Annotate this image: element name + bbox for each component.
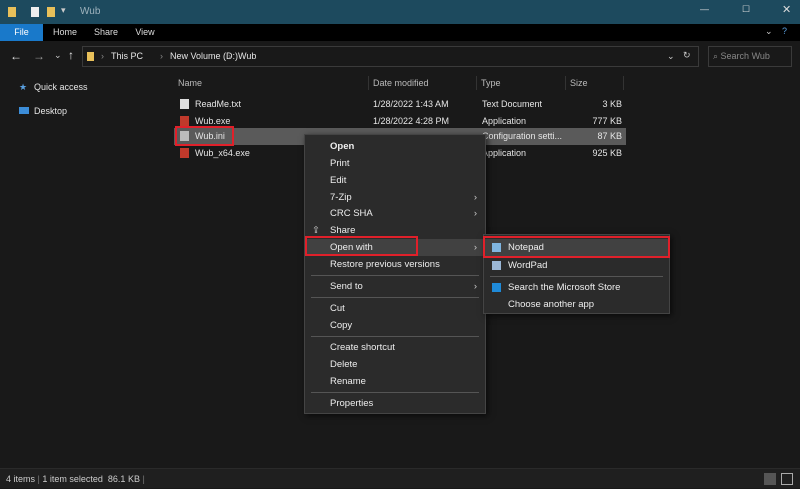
menu-item-properties[interactable]: Properties (305, 395, 485, 412)
breadcrumb-wub[interactable]: Wub (238, 51, 256, 61)
chevron-right-icon: › (160, 51, 163, 61)
menu-item-rename[interactable]: Rename (305, 373, 485, 390)
star-icon: ★ (19, 77, 27, 97)
breadcrumb-this-pc[interactable]: This PC (111, 51, 143, 61)
chevron-right-icon: › (474, 239, 477, 256)
submenu-item-choose-another-app[interactable]: Choose another app (484, 296, 669, 313)
file-size: 3 KB (602, 96, 622, 113)
file-type: Application (482, 145, 526, 162)
item-count: 4 items (6, 474, 35, 484)
properties-icon[interactable] (31, 7, 39, 17)
close-button[interactable]: ✕ (782, 3, 791, 16)
file-size: 925 KB (592, 145, 622, 162)
back-button[interactable]: ← (10, 49, 22, 63)
menu-item-delete[interactable]: Delete (305, 356, 485, 373)
menu-item-restore-previous-versions[interactable]: Restore previous versions (305, 256, 485, 273)
refresh-button[interactable]: ↻ (683, 50, 691, 61)
search-input[interactable]: ⌕ Search Wub (708, 46, 792, 67)
file-date: 1/28/2022 1:43 AM (373, 96, 449, 113)
menu-item-send-to[interactable]: Send to › (305, 278, 485, 295)
file-type: Configuration setti... (482, 128, 562, 145)
chevron-right-icon: › (474, 189, 477, 206)
folder-icon (87, 52, 94, 61)
menu-separator (311, 297, 479, 298)
highlight-box (305, 236, 418, 256)
sidebar-item-quick-access[interactable]: ★ Quick access (6, 77, 162, 97)
column-header-date[interactable]: Date modified (369, 76, 477, 90)
chevron-right-icon: › (228, 51, 231, 61)
recent-locations-icon[interactable]: ⌄ (54, 50, 62, 61)
menu-label: 7-Zip (330, 192, 352, 203)
column-header-size[interactable]: Size (566, 76, 624, 90)
status-bar: 4 items | 1 item selected 86.1 KB | (0, 468, 800, 488)
help-icon[interactable]: ? (782, 26, 787, 36)
menu-item-edit[interactable]: Edit (305, 172, 485, 189)
text-file-icon (180, 99, 189, 109)
menu-item-create-shortcut[interactable]: Create shortcut (305, 339, 485, 356)
submenu-item-search-store[interactable]: Search the Microsoft Store (484, 279, 669, 296)
highlight-box (175, 126, 234, 146)
sidebar-item-desktop[interactable]: Desktop (6, 101, 162, 121)
store-icon (492, 283, 501, 292)
menu-item-7zip[interactable]: 7-Zip › (305, 189, 485, 206)
up-button[interactable]: ↑ (68, 48, 74, 62)
address-dropdown-icon[interactable]: ⌄ (667, 51, 675, 62)
menu-label: WordPad (508, 260, 547, 271)
column-header-type[interactable]: Type (477, 76, 566, 90)
highlight-box (483, 236, 670, 258)
tab-view[interactable]: View (127, 24, 163, 41)
selected-count: 1 item selected (42, 474, 103, 484)
file-name: ReadMe.txt (195, 96, 241, 113)
details-view-button[interactable] (764, 473, 776, 485)
desktop-icon (19, 107, 29, 114)
file-row-readme[interactable]: ReadMe.txt 1/28/2022 1:43 AM Text Docume… (174, 96, 626, 113)
menu-item-crc-sha[interactable]: CRC SHA › (305, 205, 485, 222)
sidebar-item-label: Desktop (34, 106, 67, 116)
file-type: Text Document (482, 96, 542, 113)
application-icon (180, 148, 189, 158)
large-icons-view-button[interactable] (781, 473, 793, 485)
forward-button[interactable]: → (33, 49, 45, 63)
submenu-item-wordpad[interactable]: WordPad (484, 257, 669, 274)
menu-separator (490, 276, 663, 277)
menu-item-cut[interactable]: Cut (305, 300, 485, 317)
column-header-name[interactable]: Name (174, 76, 369, 90)
menu-item-open[interactable]: Open (305, 138, 485, 155)
menu-separator (311, 275, 479, 276)
chevron-right-icon: › (101, 51, 104, 61)
address-bar[interactable]: › This PC › New Volume (D:) › Wub ⌄ ↻ (82, 46, 699, 67)
menu-item-print[interactable]: Print (305, 155, 485, 172)
minimize-button[interactable]: — (700, 4, 709, 14)
navigation-pane: ★ Quick access Desktop (0, 72, 168, 468)
menu-label: CRC SHA (330, 208, 373, 219)
wordpad-icon (492, 261, 501, 270)
menu-label: Send to (330, 281, 363, 292)
selected-size: 86.1 KB (108, 474, 140, 484)
window-title: Wub (80, 6, 100, 17)
menu-separator (311, 392, 479, 393)
title-bar: ▾ Wub — ☐ ✕ (0, 0, 800, 24)
expand-ribbon-icon[interactable]: ⌄ (765, 26, 773, 37)
sidebar-item-label: Quick access (34, 82, 88, 92)
new-folder-icon[interactable] (47, 7, 55, 17)
ribbon: File Home Share View ⌄ ? (0, 24, 800, 41)
context-menu: Open Print Edit 7-Zip› CRC SHA› ⇪Share O… (304, 134, 486, 414)
quick-access-dropdown-icon[interactable]: ▾ (61, 5, 66, 16)
menu-label: Search the Microsoft Store (508, 282, 620, 293)
chevron-right-icon: › (474, 205, 477, 222)
menu-item-copy[interactable]: Copy (305, 317, 485, 334)
application-icon (180, 116, 189, 126)
file-name: Wub_x64.exe (195, 145, 250, 162)
tab-share[interactable]: Share (86, 24, 126, 41)
chevron-right-icon: › (474, 278, 477, 295)
menu-separator (311, 336, 479, 337)
tab-file[interactable]: File (0, 24, 43, 41)
maximize-button[interactable]: ☐ (742, 4, 750, 15)
folder-icon (8, 7, 16, 17)
search-placeholder: Search Wub (721, 51, 770, 61)
file-size: 87 KB (597, 128, 622, 145)
menu-label: Share (330, 225, 355, 236)
tab-home[interactable]: Home (45, 24, 85, 41)
